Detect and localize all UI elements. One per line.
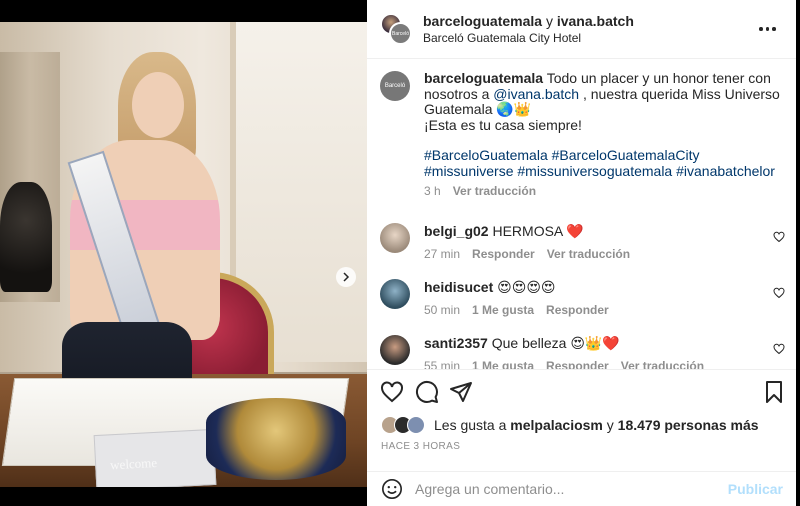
- authors-joiner: y: [545, 13, 553, 29]
- comment-text: heidisucet 😍😍😍😍: [424, 279, 785, 295]
- likes-text: Les gusta a melpalaciosm y 18.479 person…: [434, 417, 759, 433]
- likes-user-link[interactable]: melpalaciosm: [510, 417, 603, 433]
- caption-text: barceloguatemala Todo un placer y un hon…: [424, 70, 780, 179]
- comment-input[interactable]: [415, 478, 715, 500]
- comment-like-icon[interactable]: [773, 343, 785, 355]
- comment-likes[interactable]: 1 Me gusta: [472, 303, 534, 317]
- comment-like-icon[interactable]: [773, 231, 785, 243]
- likes-prefix: Les gusta a: [434, 417, 507, 433]
- comment-text: santi2357 Que belleza 😍👑❤️: [424, 335, 785, 351]
- collab-author-link[interactable]: ivana.batch: [557, 13, 634, 29]
- likes-summary: Les gusta a melpalaciosm y 18.479 person…: [381, 416, 759, 434]
- comment-time[interactable]: 27 min: [424, 247, 460, 261]
- avatar[interactable]: [380, 335, 410, 365]
- likes-count-link[interactable]: 18.479 personas más: [618, 417, 759, 433]
- comment-user[interactable]: heidisucet: [424, 279, 493, 295]
- comment-user[interactable]: belgi_g02: [424, 223, 489, 239]
- translate-link[interactable]: Ver traducción: [547, 247, 630, 261]
- comment-text: belgi_g02 HERMOSA ❤️: [424, 223, 785, 239]
- emoji-icon[interactable]: [381, 478, 403, 500]
- comment-likes[interactable]: 1 Me gusta: [472, 359, 534, 369]
- comment-body: HERMOSA ❤️: [492, 223, 584, 239]
- photo-statue: [0, 182, 52, 292]
- comment-item: belgi_g02 HERMOSA ❤️ 27 min Responder Ve…: [380, 223, 785, 261]
- comment-body: Que belleza 😍👑❤️: [491, 335, 620, 351]
- photo-person-face: [132, 72, 184, 138]
- more-options-button[interactable]: [759, 22, 783, 36]
- post-caption: Barceló barceloguatemala Todo un placer …: [380, 70, 780, 198]
- caption-meta: 3 h Ver traducción: [424, 184, 780, 198]
- reply-button[interactable]: Responder: [546, 303, 609, 317]
- heart-icon[interactable]: [380, 380, 404, 404]
- comment-item: santi2357 Que belleza 😍👑❤️ 55 min 1 Me g…: [380, 335, 785, 369]
- comments-scroll[interactable]: Barceló barceloguatemala Todo un placer …: [367, 59, 796, 369]
- avatar[interactable]: Barceló: [380, 71, 410, 101]
- caption-hashtags[interactable]: #BarceloGuatemala #BarceloGuatemalaCity …: [424, 147, 780, 179]
- comment-item: heidisucet 😍😍😍😍 50 min 1 Me gusta Respon…: [380, 279, 785, 317]
- comment-meta: 55 min 1 Me gusta Responder Ver traducci…: [424, 359, 785, 369]
- post-timestamp[interactable]: HACE 3 HORAS: [381, 441, 460, 452]
- caption-line2: ¡Esta es tu casa siempre!: [424, 116, 582, 133]
- translate-link[interactable]: Ver traducción: [621, 359, 704, 369]
- photo-welcome-card: welcome: [93, 428, 217, 487]
- post-side-panel: Barceló barceloguatemala y ivana.batch B…: [367, 0, 796, 506]
- avatar[interactable]: Barceló: [389, 22, 412, 45]
- comment-body: 😍😍😍😍: [497, 279, 556, 295]
- reply-button[interactable]: Responder: [472, 247, 535, 261]
- location-link[interactable]: Barceló Guatemala City Hotel: [423, 31, 581, 45]
- avatar[interactable]: [380, 279, 410, 309]
- avatar[interactable]: [407, 416, 425, 434]
- author-link[interactable]: barceloguatemala: [423, 13, 542, 29]
- post-comment-button[interactable]: Publicar: [728, 481, 783, 497]
- comment-meta: 50 min 1 Me gusta Responder: [424, 303, 785, 317]
- share-icon[interactable]: [449, 380, 473, 404]
- carousel-next-button[interactable]: [336, 267, 356, 287]
- caption-mention[interactable]: @ivana.batch: [493, 86, 579, 102]
- comment-icon[interactable]: [415, 380, 439, 404]
- post-actions: Les gusta a melpalaciosm y 18.479 person…: [367, 369, 796, 471]
- comment-meta: 27 min Responder Ver traducción: [424, 247, 785, 261]
- caption-author[interactable]: barceloguatemala: [424, 70, 543, 86]
- more-icon: [759, 27, 776, 31]
- post-photo[interactable]: welcome: [0, 22, 367, 487]
- post-header: Barceló barceloguatemala y ivana.batch B…: [367, 0, 796, 59]
- reply-button[interactable]: Responder: [546, 359, 609, 369]
- comment-like-icon[interactable]: [773, 287, 785, 299]
- comment-user[interactable]: santi2357: [424, 335, 488, 351]
- post-modal: welcome Barceló barceloguatemala y ivana…: [0, 0, 800, 506]
- likes-joiner: y: [606, 417, 614, 433]
- caption-time[interactable]: 3 h: [424, 184, 441, 198]
- comment-time[interactable]: 55 min: [424, 359, 460, 369]
- avatar[interactable]: [380, 223, 410, 253]
- chevron-right-icon: [343, 272, 350, 282]
- comment-time[interactable]: 50 min: [424, 303, 460, 317]
- translate-link[interactable]: Ver traducción: [453, 184, 536, 198]
- collab-avatars[interactable]: Barceló: [380, 13, 412, 45]
- bookmark-icon[interactable]: [762, 380, 786, 404]
- photo-decorative-box: [206, 398, 346, 480]
- comment-composer: Publicar: [367, 471, 796, 506]
- post-authors: barceloguatemala y ivana.batch: [423, 13, 634, 29]
